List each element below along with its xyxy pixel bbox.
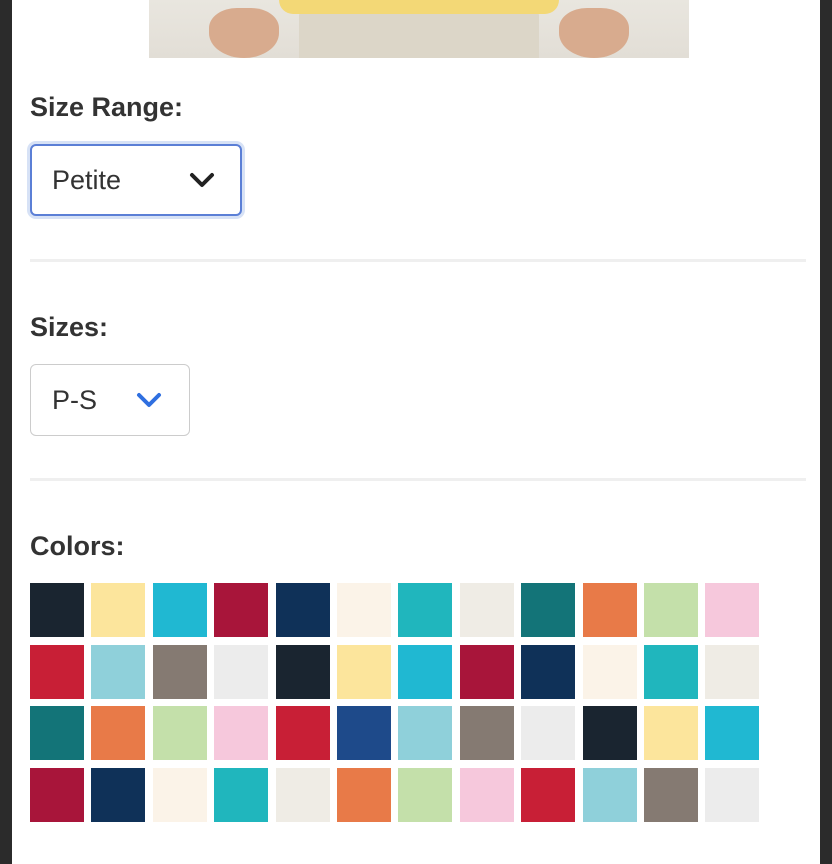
color-swatch[interactable] [643, 644, 698, 699]
color-swatch[interactable] [459, 583, 514, 637]
product-image [149, 0, 689, 58]
product-image-shirt [279, 0, 559, 14]
color-swatch[interactable] [705, 767, 760, 822]
color-swatch[interactable] [275, 583, 330, 637]
color-swatch[interactable] [30, 583, 84, 637]
color-swatch[interactable] [275, 767, 330, 822]
color-swatch[interactable] [398, 767, 453, 822]
color-swatch[interactable] [91, 767, 146, 822]
sizes-select[interactable]: P-S [30, 364, 190, 436]
product-image-pants [299, 10, 539, 58]
size-range-value: Petite [52, 164, 122, 195]
color-swatch[interactable] [398, 583, 453, 637]
color-swatch[interactable] [521, 767, 576, 822]
color-swatch[interactable] [582, 767, 637, 822]
color-swatch[interactable] [91, 706, 146, 760]
color-swatch[interactable] [336, 644, 391, 699]
color-swatch[interactable] [582, 583, 637, 637]
color-swatch[interactable] [214, 706, 269, 760]
color-swatch[interactable] [214, 767, 269, 822]
color-swatch[interactable] [521, 706, 576, 760]
color-swatch[interactable] [152, 767, 207, 822]
sizes-value: P-S [52, 384, 98, 415]
color-swatch[interactable] [521, 583, 576, 637]
product-options-panel: Size Range: Petite Sizes: P-S Colors: [12, 0, 820, 864]
color-swatch[interactable] [214, 583, 269, 637]
color-swatch[interactable] [705, 644, 760, 699]
product-image-hand-right [559, 8, 629, 58]
color-swatch[interactable] [152, 644, 207, 699]
color-swatch[interactable] [398, 644, 453, 699]
color-swatch[interactable] [398, 706, 453, 760]
color-swatch[interactable] [275, 644, 330, 699]
color-swatch[interactable] [152, 706, 207, 760]
colors-label: Colors: [30, 531, 125, 561]
chevron-down-icon [137, 393, 161, 407]
color-swatch[interactable] [582, 706, 637, 760]
color-swatch[interactable] [459, 767, 514, 822]
sizes-label: Sizes: [30, 312, 109, 342]
color-swatch[interactable] [275, 706, 330, 760]
size-range-select[interactable]: Petite [30, 144, 242, 216]
color-swatch[interactable] [336, 583, 391, 637]
color-swatch[interactable] [336, 767, 391, 822]
divider [30, 478, 806, 481]
size-range-label: Size Range: [30, 92, 184, 122]
divider [30, 259, 806, 262]
color-swatch[interactable] [91, 644, 146, 699]
color-swatch[interactable] [521, 644, 576, 699]
color-swatch[interactable] [30, 706, 84, 760]
color-swatch[interactable] [643, 767, 698, 822]
color-swatch[interactable] [643, 706, 698, 760]
color-swatch[interactable] [30, 644, 84, 699]
color-swatch[interactable] [336, 706, 391, 760]
color-swatch[interactable] [582, 644, 637, 699]
color-swatch-grid [30, 583, 760, 822]
color-swatch[interactable] [459, 706, 514, 760]
color-swatch[interactable] [152, 583, 207, 637]
product-image-hand-left [209, 8, 279, 58]
color-swatch[interactable] [30, 767, 84, 822]
color-swatch[interactable] [459, 644, 514, 699]
color-swatch[interactable] [91, 583, 146, 637]
color-swatch[interactable] [705, 583, 760, 637]
color-swatch[interactable] [214, 644, 269, 699]
color-swatch[interactable] [705, 706, 760, 760]
color-swatch[interactable] [643, 583, 698, 637]
chevron-down-icon [190, 173, 214, 187]
